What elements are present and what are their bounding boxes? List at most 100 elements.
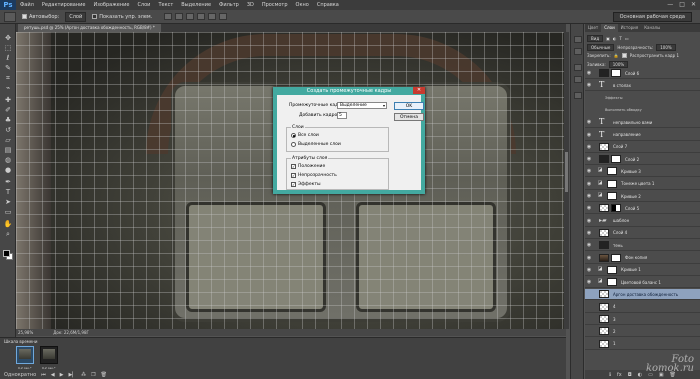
visibility-eye-icon[interactable]: ◉ [585,279,593,285]
frame-delay[interactable]: 0,2 сек.* [18,366,32,370]
cancel-button[interactable]: Отмена [394,113,424,121]
marquee-tool-icon[interactable]: ⬚ [3,44,13,52]
layer-row[interactable]: ◉ Слой 2 [585,154,700,166]
align-bottom-icon[interactable] [186,13,195,20]
layer-row[interactable]: ◉ Фон копия [585,253,700,264]
lock-icon[interactable]: 🔒 [614,53,619,58]
quick-select-tool-icon[interactable]: ✎ [3,64,13,72]
layer-row[interactable]: ◉ ◪ Кривые 1 [585,265,700,276]
menu-help[interactable]: Справка [313,2,343,8]
actions-panel-icon[interactable] [574,48,582,55]
close-button[interactable]: ✕ [691,1,696,8]
layer-row[interactable]: Аргон доставка обожденность [585,289,700,301]
eyedropper-tool-icon[interactable]: ⌁ [3,84,13,92]
paragraph-panel-icon[interactable] [574,76,582,83]
menu-image[interactable]: Изображение [89,2,133,8]
layer-mask-thumbnail[interactable] [611,204,621,213]
autoselect-checkbox[interactable]: Автовыбор: [22,14,59,20]
brush-tool-icon[interactable]: ✐ [3,106,13,114]
duplicate-frame-icon[interactable]: ❐ [91,372,95,378]
visibility-eye-icon[interactable]: ◉ [585,168,593,174]
blur-tool-icon[interactable]: ◍ [3,156,13,164]
gradient-tool-icon[interactable]: ▤ [3,146,13,154]
filter-adjust-icon[interactable]: ◐ [613,36,617,41]
selected-layers-radio[interactable]: Выделенные слои [291,142,341,147]
layer-row[interactable]: ◉ ▸▰ шаблон [585,216,700,227]
lasso-tool-icon[interactable]: ℓ [3,54,13,62]
align-right-icon[interactable] [219,13,228,20]
layer-row[interactable]: ◉ Слой 5 [585,203,700,215]
menu-layers[interactable]: Слои [133,2,154,8]
layer-effect-item[interactable]: Эффекты [605,96,623,100]
link-layers-icon[interactable]: ℹ [609,372,611,378]
menu-3d[interactable]: 3D [243,2,258,8]
layer-effect-item[interactable]: Выполнить обводку [605,108,642,112]
character-panel-icon[interactable] [574,64,582,71]
properties-panel-icon[interactable] [574,92,582,99]
visibility-eye-icon[interactable]: ◉ [585,255,593,261]
opacity-checkbox[interactable]: ✓ Непрозрачность [291,173,337,178]
effects-checkbox[interactable]: ✓ Эффекты [291,182,321,187]
timeline-title[interactable]: Шкала времени [4,339,37,344]
visibility-eye-icon[interactable]: ◉ [585,82,593,88]
layer-row[interactable]: ◉ Слой 4 [585,228,700,239]
layer-mask-thumbnail[interactable] [611,155,621,164]
layer-row[interactable]: ◉ Tв столах [585,80,700,92]
filter-shape-icon[interactable]: ▭ [625,36,629,41]
canvas-vertical-scrollbar[interactable] [564,32,569,329]
align-top-icon[interactable] [164,13,173,20]
tab-color[interactable]: Цвет [585,24,601,32]
adjustment-icon[interactable]: ◐ [638,372,642,378]
layer-row[interactable]: ◉ Слой 7 [585,142,700,153]
visibility-eye-icon[interactable]: ◉ [585,242,593,248]
menu-select[interactable]: Выделение [177,2,215,8]
healing-tool-icon[interactable]: ✚ [3,96,13,104]
frames-to-add-input[interactable]: 5 [337,112,347,119]
opacity-input[interactable]: 100% [656,44,676,51]
tab-channels[interactable]: Каналы [641,24,663,32]
propagate-checkbox[interactable] [621,53,627,58]
autoselect-target-select[interactable]: Слой [65,11,87,22]
move-tool-preset-icon[interactable] [4,11,16,22]
history-brush-tool-icon[interactable]: ↺ [3,126,13,134]
layer-row[interactable]: ◉ Слой 6 [585,68,700,79]
layer-row[interactable]: 4 [585,302,700,313]
layer-row[interactable]: ◉ ◪ Кривые 2 [585,191,700,202]
layer-row[interactable]: 1 [585,339,700,350]
layer-row[interactable]: ◉ ◪ Кривые 3 [585,166,700,178]
hand-tool-icon[interactable]: ✋ [3,220,13,228]
tween-icon[interactable]: ⁂ [81,372,86,378]
foreground-color-swatch[interactable] [3,250,10,257]
menu-edit[interactable]: Редактирование [38,2,90,8]
workspace-select[interactable]: Основная рабочая среда [612,12,692,22]
pen-tool-icon[interactable]: ✒ [3,178,13,186]
shape-tool-icon[interactable]: ▭ [3,208,13,216]
blend-mode-select[interactable]: Обычные [587,44,615,51]
move-tool-icon[interactable]: ✥ [3,34,13,42]
zoom-level[interactable]: 25,98% [18,330,33,335]
dodge-tool-icon[interactable]: ● [3,166,13,174]
clone-stamp-tool-icon[interactable]: ♣ [3,116,13,124]
visibility-eye-icon[interactable]: ◉ [585,218,593,224]
timeline-frame-1[interactable]: 0,2 сек.* [16,346,34,370]
layer-row[interactable]: ◉ тень [585,240,700,252]
visibility-eye-icon[interactable]: ◉ [585,156,593,162]
layer-mask-thumbnail[interactable] [607,167,617,176]
frame-delay[interactable]: 0,2 сек.* [42,366,56,370]
filter-pixel-icon[interactable]: ▣ [606,36,610,41]
layer-mask-thumbnail[interactable] [611,69,621,77]
layer-mask-thumbnail[interactable] [607,179,617,188]
menu-filter[interactable]: Фильтр [215,2,243,8]
zoom-tool-icon[interactable]: ⌕ [3,230,13,238]
layer-mask-thumbnail[interactable] [611,253,621,262]
layer-mask-thumbnail[interactable] [607,192,617,200]
align-center-icon[interactable] [208,13,217,20]
tab-history[interactable]: История [618,24,642,32]
layer-kind-select[interactable]: Вид [587,35,604,42]
visibility-eye-icon[interactable]: ◉ [585,267,593,273]
delete-frame-icon[interactable]: 🗑 [101,372,107,378]
dialog-close-icon[interactable]: ✕ [413,87,425,94]
visibility-eye-icon[interactable]: ◉ [585,119,593,125]
position-checkbox[interactable]: ✓ Положение [291,164,325,169]
prev-frame-icon[interactable]: ◀ [51,372,55,378]
